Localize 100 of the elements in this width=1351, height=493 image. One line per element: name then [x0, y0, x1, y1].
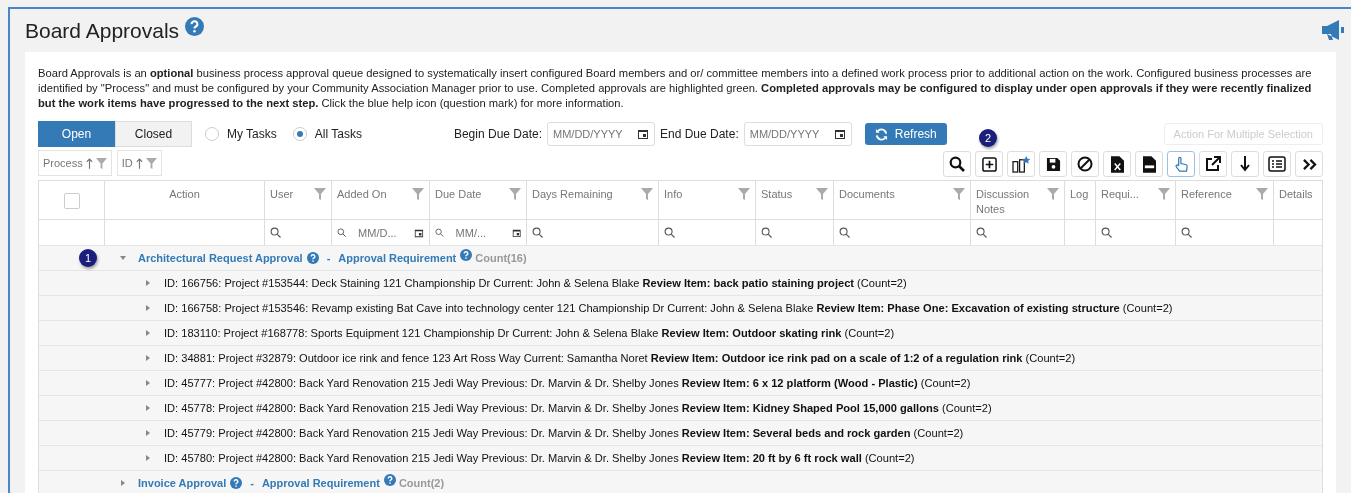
- requirement-link[interactable]: Approval Requirement: [261, 477, 380, 489]
- search-icon[interactable]: [976, 227, 987, 238]
- search-icon[interactable]: [1181, 227, 1192, 238]
- hand-button[interactable]: [1167, 151, 1195, 177]
- date-field[interactable]: MM/DD/YYYY: [743, 122, 852, 146]
- filter-icon[interactable]: [738, 188, 750, 200]
- search-icon[interactable]: [337, 227, 347, 238]
- help-icon[interactable]: [230, 477, 243, 489]
- caret-icon[interactable]: [144, 279, 152, 287]
- callout-badge: 1: [79, 249, 97, 267]
- caret-icon[interactable]: [144, 379, 152, 387]
- help-icon[interactable]: [306, 252, 319, 264]
- csv-button[interactable]: [1135, 151, 1163, 177]
- sort-chip[interactable]: Process: [38, 150, 112, 176]
- column-header[interactable]: Status: [761, 187, 793, 202]
- down-arrow-icon: [1240, 156, 1250, 172]
- group-title-link[interactable]: Architectural Request Approval: [138, 252, 303, 264]
- filter-icon[interactable]: [1256, 188, 1268, 200]
- refresh-button[interactable]: Refresh: [864, 123, 947, 145]
- calendar-icon[interactable]: [833, 128, 846, 140]
- column-header[interactable]: Days Remaining: [532, 187, 613, 202]
- approval-item-text: ID: 45779: Project #42800: Back Yard Renovation 215 Jedi Way Previous: Dr. Marvin & Dr. Shelby Jones Review Item: Several beds and rock garden (Count=2): [164, 427, 964, 439]
- megaphone-icon[interactable]: [1320, 19, 1346, 41]
- column-header[interactable]: Log: [1070, 187, 1089, 202]
- search-icon[interactable]: [435, 227, 444, 238]
- sort-chip[interactable]: ID: [116, 150, 162, 176]
- search-icon[interactable]: [1101, 227, 1112, 238]
- tab[interactable]: Closed: [115, 121, 192, 147]
- filter-icon[interactable]: [1047, 188, 1059, 200]
- excel-button[interactable]: [1103, 151, 1131, 177]
- tab[interactable]: Open: [38, 121, 115, 147]
- group-count: Count(2): [398, 477, 445, 489]
- search-icon[interactable]: [270, 227, 281, 238]
- double-chevron-icon: [1301, 157, 1317, 171]
- column-header[interactable]: Requi...: [1101, 187, 1139, 202]
- column-header[interactable]: Discussion Notes: [976, 187, 1043, 217]
- search-icon[interactable]: [839, 227, 850, 238]
- csv-file-icon: [1142, 155, 1156, 173]
- filter-icon[interactable]: [816, 188, 828, 200]
- approval-item-text: ID: 166756: Project #153544: Deck Staining 121 Championship Dr Current: John & Selena Blake Review Item: back patio staining project (Count=2): [164, 277, 907, 289]
- help-icon[interactable]: [460, 249, 473, 261]
- caret-icon[interactable]: [144, 404, 152, 412]
- block-button[interactable]: [1071, 151, 1099, 177]
- help-icon[interactable]: [185, 17, 205, 36]
- column-header[interactable]: Documents: [839, 187, 895, 202]
- filter-icon[interactable]: [509, 188, 521, 200]
- page-title: Board Approvals: [25, 19, 180, 43]
- search-icon[interactable]: [532, 227, 543, 238]
- caret-icon[interactable]: [119, 479, 127, 487]
- caret-icon[interactable]: [144, 354, 152, 362]
- filter-icon[interactable]: [314, 188, 326, 200]
- save-button[interactable]: [1039, 151, 1067, 177]
- calendar-icon[interactable]: [637, 128, 649, 140]
- plus-button[interactable]: [975, 151, 1003, 177]
- separator-dash: -: [250, 477, 254, 489]
- filter-icon[interactable]: [412, 188, 424, 200]
- search-icon[interactable]: [664, 227, 675, 238]
- requirement-link[interactable]: Approval Requirement: [338, 252, 457, 264]
- column-header[interactable]: Info: [664, 187, 683, 202]
- search-button[interactable]: [943, 151, 971, 177]
- filter-icon[interactable]: [95, 157, 107, 169]
- filter-icon[interactable]: [1158, 188, 1170, 200]
- filter-icon[interactable]: [145, 157, 157, 169]
- export-button[interactable]: [1199, 151, 1227, 177]
- select-all-checkbox[interactable]: [63, 193, 80, 209]
- help-icon[interactable]: [383, 474, 396, 486]
- column-header[interactable]: Action: [169, 187, 200, 202]
- sort-arrow-icon: [85, 157, 93, 169]
- description-text: Board Approvals is an optional business process approval queue designed to systematically insert configured Board members and or/ committee members into a defined work process prior to additional action on the work. Configured business processes are identified by "Process" and must be configured by your Community Association Manager prior to use. Completed approvals are highlighted green. Completed approvals may be configured to display under open approvals if they were recently finalized but the work items have progressed to the next step. Click the blue help icon (question mark) for more information.: [38, 66, 1313, 111]
- external-link-icon: [1205, 156, 1221, 172]
- column-header[interactable]: Details: [1279, 187, 1313, 202]
- approval-item-text: ID: 45780: Project #42800: Back Yard Renovation 215 Jedi Way Previous: Dr. Marvin & Dr. Shelby Jones Review Item: 20 ft by 6 ft rock wall (Count=2): [164, 452, 915, 464]
- save-icon: [1045, 156, 1061, 172]
- down-button[interactable]: [1231, 151, 1259, 177]
- list-button[interactable]: [1263, 151, 1291, 177]
- filter-icon[interactable]: [641, 188, 653, 200]
- caret-icon[interactable]: [144, 429, 152, 437]
- caret-icon[interactable]: [144, 454, 152, 462]
- caret-icon[interactable]: [119, 254, 127, 262]
- group-title-link[interactable]: Invoice Approval: [138, 477, 227, 489]
- column-header[interactable]: Added On: [337, 187, 387, 202]
- sort-arrow-icon: [135, 157, 143, 169]
- caret-icon[interactable]: [144, 304, 152, 312]
- column-header[interactable]: User: [270, 187, 294, 202]
- date-field[interactable]: MM/DD/YYYY: [547, 122, 655, 146]
- callout-badge: 2: [979, 129, 997, 147]
- date-label: End Due Date:: [660, 127, 739, 141]
- radio-label: My Tasks: [227, 127, 277, 141]
- more-button[interactable]: [1295, 151, 1323, 177]
- search-icon[interactable]: [761, 227, 772, 238]
- separator-dash: -: [326, 252, 331, 264]
- approval-item-text: ID: 45778: Project #42800: Back Yard Renovation 215 Jedi Way Previous: Dr. Marvin & Dr. Shelby Jones Review Item: Kidney Shaped Pool 15,000 gallons (Count=2): [164, 402, 992, 414]
- approval-item-text: ID: 45777: Project #42800: Back Yard Renovation 215 Jedi Way Previous: Dr. Marvin & Dr. Shelby Jones Review Item: 6 x 12 platform (Wood - Plastic) (Count=2): [164, 377, 971, 389]
- block-icon: [1077, 156, 1093, 172]
- column-header[interactable]: Due Date: [435, 187, 482, 202]
- column-header[interactable]: Reference: [1181, 187, 1232, 202]
- excel-file-icon: [1110, 155, 1124, 173]
- columns-button[interactable]: [1007, 151, 1035, 177]
- caret-icon[interactable]: [144, 329, 152, 337]
- filter-icon[interactable]: [953, 188, 965, 200]
